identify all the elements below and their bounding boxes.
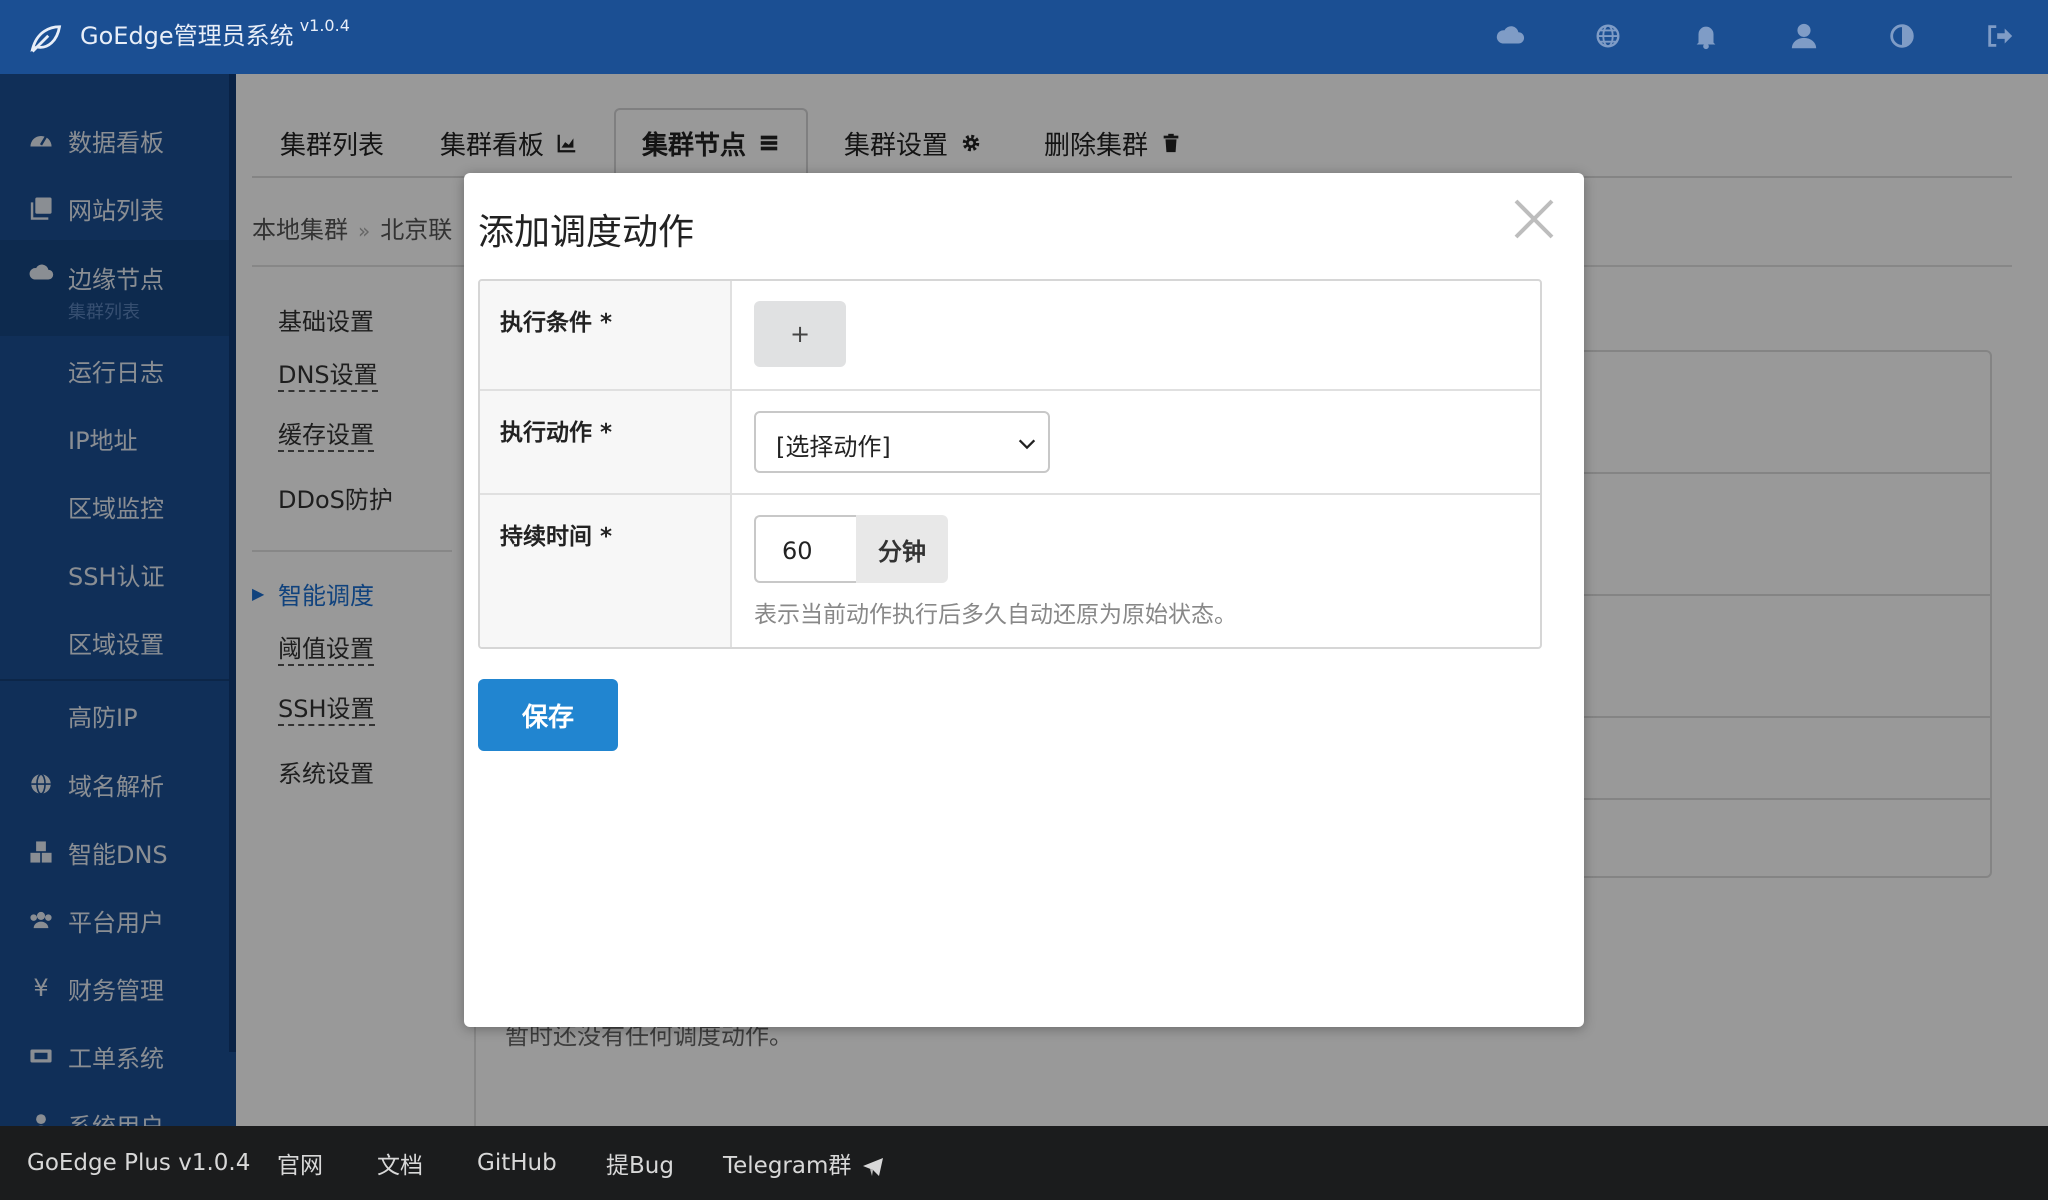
top-bar: GoEdge管理员系统 v1.0.4 [0, 0, 2048, 74]
app-title: GoEdge管理员系统 [80, 22, 294, 50]
duration-label: 持续时间 * [480, 495, 732, 647]
condition-label: 执行条件 * [480, 281, 732, 389]
footer-link-bug[interactable]: 提Bug [606, 1146, 674, 1180]
footer: GoEdge Plus v1.0.4 官网 文档 GitHub 提Bug Tel… [0, 1126, 2048, 1200]
globe-icon[interactable] [1590, 18, 1626, 54]
add-condition-button[interactable]: + [754, 301, 846, 367]
duration-input[interactable]: 60 [754, 515, 856, 583]
form-row-duration: 持续时间 * 60 分钟 表示当前动作执行后多久自动还原为原始状态。 [480, 495, 1540, 647]
duration-unit: 分钟 [856, 515, 948, 583]
add-schedule-action-modal: 添加调度动作 执行条件 * + 执行动作 * [选择动作] 持续时间 * 60 … [464, 173, 1584, 1027]
bell-icon[interactable] [1688, 18, 1724, 54]
cloud-icon[interactable] [1492, 18, 1528, 54]
chevron-down-icon [1018, 439, 1036, 450]
leaf-logo-icon [28, 20, 64, 56]
footer-link-official[interactable]: 官网 [277, 1146, 323, 1180]
footer-link-label: Telegram群 [723, 1153, 852, 1179]
footer-link-telegram[interactable]: Telegram群 [723, 1146, 885, 1180]
contrast-icon[interactable] [1884, 18, 1920, 54]
footer-brand: GoEdge Plus v1.0.4 [27, 1150, 251, 1176]
form-row-action: 执行动作 * [选择动作] [480, 391, 1540, 495]
action-select[interactable]: [选择动作] [754, 411, 1050, 473]
brand[interactable]: GoEdge管理员系统 v1.0.4 [28, 16, 350, 56]
duration-hint: 表示当前动作执行后多久自动还原为原始状态。 [754, 602, 1237, 628]
footer-link-github[interactable]: GitHub [477, 1150, 557, 1176]
action-select-value: [选择动作] [776, 433, 891, 461]
save-button[interactable]: 保存 [478, 679, 618, 751]
app-version: v1.0.4 [299, 16, 350, 35]
logout-icon[interactable] [1982, 18, 2018, 54]
close-icon[interactable] [1510, 195, 1558, 243]
form-table: 执行条件 * + 执行动作 * [选择动作] 持续时间 * 60 分钟 表示当前… [478, 279, 1542, 649]
paper-plane-icon [863, 1157, 884, 1176]
footer-link-docs[interactable]: 文档 [377, 1146, 423, 1180]
form-row-condition: 执行条件 * + [480, 281, 1540, 391]
modal-title: 添加调度动作 [478, 212, 695, 253]
action-label: 执行动作 * [480, 391, 732, 493]
user-icon[interactable] [1786, 18, 1822, 54]
